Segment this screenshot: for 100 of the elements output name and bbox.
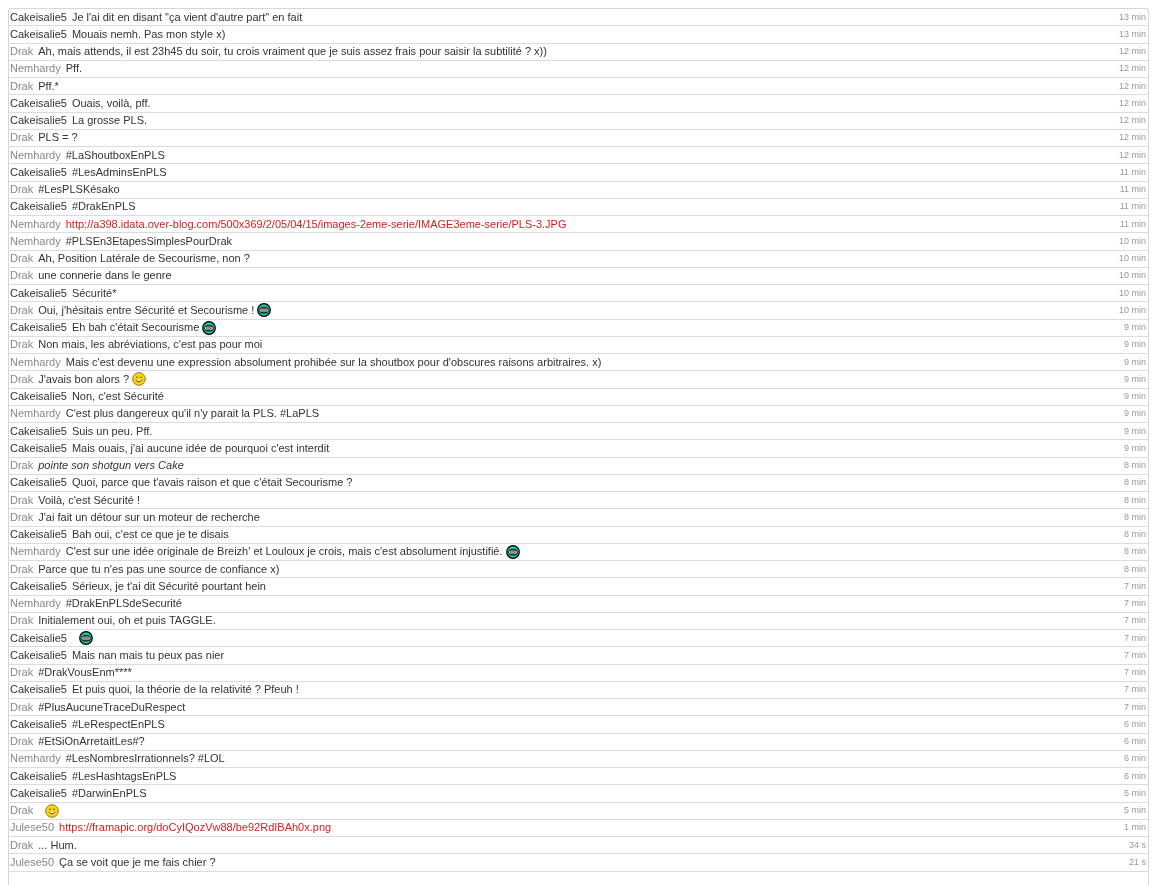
author-name[interactable]: Drak <box>10 372 34 386</box>
grinning-smiley-icon <box>78 631 93 646</box>
author-name[interactable]: Cakeisalie5 <box>10 321 67 335</box>
message-text: Parce que tu n'es pas une source de confiance x) <box>38 562 280 576</box>
author-name[interactable]: Cakeisalie5 <box>10 769 67 783</box>
message-time: 12 min <box>1119 46 1146 58</box>
message-text: #LesAdminsEnPLS <box>71 165 167 179</box>
author-name[interactable]: Drak <box>10 510 34 524</box>
message-time: 10 min <box>1119 253 1146 265</box>
message-time: 12 min <box>1119 97 1146 109</box>
author-name[interactable]: Nemhardy <box>10 148 61 162</box>
author-name[interactable]: Nemhardy <box>10 545 61 559</box>
message-time: 8 min <box>1124 546 1146 558</box>
message-text: pointe son shotgun vers Cake <box>38 459 184 473</box>
author-name[interactable]: Cakeisalie5 <box>10 424 67 438</box>
message-text: #PlusAucuneTraceDuRespect <box>38 700 186 714</box>
author-name[interactable]: Julese50 <box>10 821 55 835</box>
message-time: 7 min <box>1124 598 1146 610</box>
author-name[interactable]: Cakeisalie5 <box>10 165 67 179</box>
message-time: 9 min <box>1124 391 1146 403</box>
author-name[interactable]: Drak <box>10 700 34 714</box>
author-name[interactable]: Drak <box>10 562 34 576</box>
author-name[interactable]: Cakeisalie5 <box>10 96 67 110</box>
message-time: 7 min <box>1124 649 1146 661</box>
message-text: Ah, Position Latérale de Secourisme, non ? <box>38 252 250 266</box>
author-name[interactable]: Nemhardy <box>10 62 61 76</box>
smiley-icon <box>45 803 60 818</box>
author-name[interactable]: Nemhardy <box>10 407 61 421</box>
message-text: Ah, mais attends, il est 23h45 du soir, tu crois vraiment que je suis assez frais pour saisir la subtilité ? x)) <box>38 45 547 59</box>
author-name[interactable]: Cakeisalie5 <box>10 114 67 128</box>
message-text: Oui, j'hésitais entre Sécurité et Secourisme ! <box>38 303 255 317</box>
message-time: 12 min <box>1119 149 1146 161</box>
author-name[interactable]: Cakeisalie5 <box>10 200 67 214</box>
author-name[interactable]: Drak <box>10 614 34 628</box>
author-name[interactable]: Drak <box>10 252 34 266</box>
author-name[interactable]: Drak <box>10 303 34 317</box>
message-time: 10 min <box>1119 235 1146 247</box>
message-text: Voilà, c'est Sécurité ! <box>38 493 140 507</box>
message-time: 11 min <box>1119 184 1146 196</box>
author-name[interactable]: Cakeisalie5 <box>10 579 67 593</box>
author-name[interactable]: Drak <box>10 79 34 93</box>
message-text: une connerie dans le genre <box>38 269 172 283</box>
author-name[interactable]: Cakeisalie5 <box>10 631 67 645</box>
author-name[interactable]: Drak <box>10 838 34 852</box>
author-name[interactable]: Cakeisalie5 <box>10 683 67 697</box>
message-link[interactable]: http://a398.idata.over-blog.com/500x369/2/05/04/15/images-2eme-serie/IMAGE3eme-serie/PLS-3.JPG <box>65 217 567 231</box>
author-name[interactable]: Drak <box>10 735 34 749</box>
message-time: 11 min <box>1119 201 1146 213</box>
author-name[interactable]: Drak <box>10 459 34 473</box>
message-time: 10 min <box>1119 304 1146 316</box>
message-text: Et puis quoi, la théorie de la relativité ? Pfeuh ! <box>71 683 299 697</box>
message-time: 9 min <box>1124 322 1146 334</box>
message-time: 7 min <box>1124 701 1146 713</box>
message-text: Mais nan mais tu peux pas nier <box>71 648 225 662</box>
author-name[interactable]: Cakeisalie5 <box>10 648 67 662</box>
author-name[interactable]: Nemhardy <box>10 217 61 231</box>
message-time: 8 min <box>1124 494 1146 506</box>
author-name[interactable]: Cakeisalie5 <box>10 528 67 542</box>
message-time: 7 min <box>1124 580 1146 592</box>
message-text: Quoi, parce que t'avais raison et que c'était Secourisme ? <box>71 476 353 490</box>
author-name[interactable]: Cakeisalie5 <box>10 717 67 731</box>
smiley-icon <box>132 372 146 387</box>
grinning-smiley-icon <box>505 544 520 559</box>
author-name[interactable]: Drak <box>10 804 34 818</box>
author-name[interactable]: Drak <box>10 45 34 59</box>
author-name[interactable]: Drak <box>10 269 34 283</box>
message-link[interactable]: https://framapic.org/doCyIQozVw88/be92RdIBAh0x.png <box>59 821 332 835</box>
author-name[interactable]: Cakeisalie5 <box>10 390 67 404</box>
author-name[interactable]: Drak <box>10 183 34 197</box>
message-text: #DrakVousEnm**** <box>38 666 132 680</box>
message-time: 12 min <box>1119 132 1146 144</box>
message-text: La grosse PLS. <box>71 114 148 128</box>
author-name[interactable]: Nemhardy <box>10 597 61 611</box>
author-name[interactable]: Drak <box>10 338 34 352</box>
author-name[interactable]: Cakeisalie5 <box>10 786 67 800</box>
author-name[interactable]: Cakeisalie5 <box>10 286 67 300</box>
author-name[interactable]: Cakeisalie5 <box>10 441 67 455</box>
message-text: #PLSEn3EtapesSimplesPourDrak <box>65 234 233 248</box>
author-name[interactable]: Nemhardy <box>10 234 61 248</box>
message-text: C'est plus dangereux qu'il n'y parait la PLS. #LaPLS <box>65 407 320 421</box>
message-time: 9 min <box>1124 356 1146 368</box>
message-time: 13 min <box>1119 28 1146 40</box>
author-name[interactable]: Cakeisalie5 <box>10 476 67 490</box>
message-time: 12 min <box>1119 80 1146 92</box>
message-text: Eh bah c'était Secourisme <box>71 321 200 335</box>
author-name[interactable]: Drak <box>10 493 34 507</box>
author-name[interactable]: Cakeisalie5 <box>10 27 67 41</box>
author-name[interactable]: Cakeisalie5 <box>10 10 67 24</box>
grinning-smiley-icon <box>202 320 217 335</box>
author-name[interactable]: Nemhardy <box>10 355 61 369</box>
message-time: 8 min <box>1124 563 1146 575</box>
message-text: #DrakEnPLSdeSecurité <box>65 597 182 611</box>
author-name[interactable]: Julese50 <box>10 855 55 869</box>
message-text: J'avais bon alors ? <box>38 372 129 386</box>
author-name[interactable]: Drak <box>10 666 34 680</box>
message-time: 10 min <box>1119 270 1146 282</box>
author-name[interactable]: Nemhardy <box>10 752 61 766</box>
message-text: J'ai fait un détour sur un moteur de recherche <box>38 510 260 524</box>
author-name[interactable]: Drak <box>10 131 34 145</box>
message-time: 9 min <box>1124 425 1146 437</box>
